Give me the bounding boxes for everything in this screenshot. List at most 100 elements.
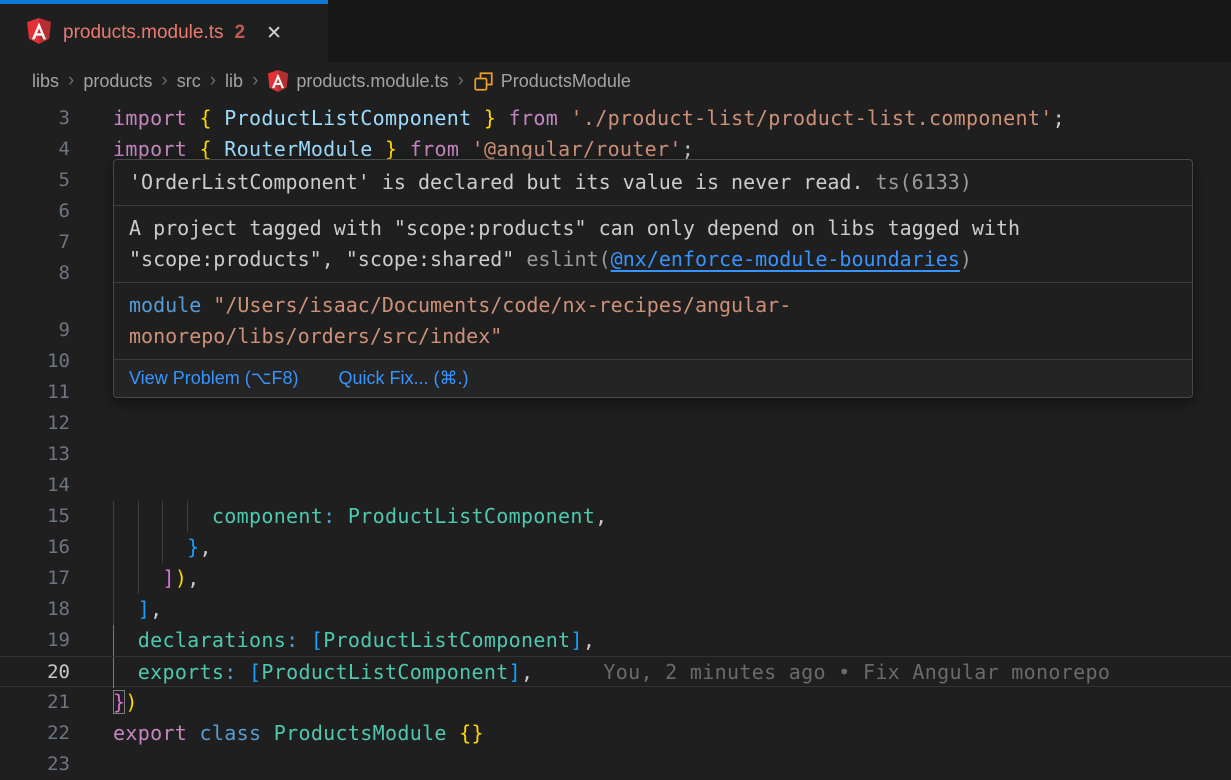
code-token: from (410, 137, 459, 161)
line-number: 11 (0, 377, 70, 408)
breadcrumb-item-src[interactable]: src (177, 71, 201, 92)
view-problem-button[interactable]: View Problem (⌥F8) (129, 368, 298, 388)
breadcrumb-label: ProductsModule (501, 71, 631, 92)
code-token: { (200, 106, 212, 130)
code-line-12: 12 (0, 408, 1231, 439)
hover-text: 'OrderListComponent' is declared but its… (129, 170, 864, 194)
hover-text: "scope:products", "scope:shared" (129, 247, 526, 271)
code-token: import (113, 106, 187, 130)
close-icon[interactable]: ✕ (266, 22, 282, 45)
code-token (336, 504, 348, 528)
code-token: ProductsModule (274, 721, 447, 745)
code-token: RouterModule (224, 137, 372, 161)
code-token (212, 106, 224, 130)
code-token: { (200, 137, 212, 161)
hover-text: module (129, 293, 201, 317)
code-token (459, 137, 471, 161)
code-token: ; (1053, 106, 1065, 130)
chevron-right-icon: › (448, 70, 472, 92)
class-icon (473, 71, 494, 92)
code-token: , (150, 597, 162, 621)
code-line-content[interactable]: export class ProductsModule {} (113, 718, 484, 749)
angular-icon (267, 69, 289, 93)
line-number: 14 (0, 470, 70, 501)
code-line-23: 23 (0, 749, 1231, 780)
code-token (373, 137, 385, 161)
code-line-content[interactable]: declarations: [ProductListComponent], (113, 625, 595, 656)
breadcrumb-label: src (177, 71, 201, 92)
chevron-right-icon: › (59, 70, 83, 92)
hover-text: "/Users/isaac/Documents/code/nx-recipes/… (213, 293, 791, 317)
code-line-content[interactable]: exports: [ProductListComponent],You, 2 m… (113, 657, 1110, 688)
code-line-content[interactable]: }) (113, 687, 138, 718)
tab-problem-count: 2 (235, 22, 246, 44)
hover-text: A project tagged with "scope:products" c… (129, 216, 1020, 240)
line-number: 6 (0, 196, 70, 227)
eslint-rule-link[interactable]: @nx/enforce-module-boundaries (611, 247, 960, 271)
line-number: 21 (0, 687, 70, 718)
active-tab[interactable]: products.module.ts 2 ✕ (0, 0, 328, 62)
code-line-15: 15 component: ProductListComponent, (0, 501, 1231, 532)
breadcrumb-item-products[interactable]: products (83, 71, 152, 92)
breadcrumb-label: products (83, 71, 152, 92)
code-line-content[interactable]: component: ProductListComponent, (113, 501, 608, 532)
code-token: ProductListComponent (224, 106, 471, 130)
line-number: 16 (0, 532, 70, 563)
code-token: , (595, 504, 607, 528)
breadcrumb-item-lib[interactable]: lib (225, 71, 243, 92)
code-token (187, 137, 199, 161)
code-token: ] (570, 628, 582, 652)
code-token: '@angular/router' (472, 137, 682, 161)
chevron-right-icon: › (152, 70, 176, 92)
git-blame-annotation: You, 2 minutes ago • Fix Angular monorep… (603, 660, 1110, 684)
code-line-content[interactable]: ], (113, 594, 162, 625)
code-token (187, 106, 199, 130)
breadcrumb-item-libs[interactable]: libs (32, 71, 59, 92)
quick-fix-button[interactable]: Quick Fix... (⌘.) (338, 368, 468, 388)
hover-status-bar: View Problem (⌥F8) Quick Fix... (⌘.) (114, 359, 1192, 397)
line-number: 23 (0, 749, 70, 780)
line-number: 19 (0, 625, 70, 656)
code-line-content[interactable]: }, (113, 532, 212, 563)
code-line-19: 19 declarations: [ProductListComponent], (0, 625, 1231, 656)
code-token (212, 137, 224, 161)
code-line-content[interactable]: import { ProductListComponent } from './… (113, 103, 1065, 134)
code-token (113, 597, 138, 621)
hover-text: ts(6133) (864, 170, 972, 194)
code-token (496, 106, 508, 130)
hover-message-line: monorepo/libs/orders/src/index" (129, 321, 1177, 352)
code-token: : (323, 504, 335, 528)
code-line-13: 13 (0, 439, 1231, 470)
code-line-21: 21}) (0, 687, 1231, 718)
hover-message-line: "scope:products", "scope:shared" eslint(… (129, 244, 1177, 275)
code-token: exports (138, 660, 225, 684)
breadcrumb-label: libs (32, 71, 59, 92)
code-token: ProductListComponent (261, 660, 508, 684)
hover-section-eslint-diagnostic: A project tagged with "scope:products" c… (114, 205, 1192, 282)
tab-title: products.module.ts (63, 22, 224, 44)
line-number: 10 (0, 346, 70, 377)
code-token (298, 628, 310, 652)
line-number: 20 (0, 657, 70, 688)
line-number: 4 (0, 134, 70, 165)
breadcrumb-item-productsmodule[interactable]: ProductsModule (473, 71, 631, 92)
code-token: import (113, 137, 187, 161)
hover-message-line: A project tagged with "scope:products" c… (129, 213, 1177, 244)
code-token: component (212, 504, 323, 528)
hover-message-line: 'OrderListComponent' is declared but its… (129, 167, 1177, 198)
hover-text (201, 293, 213, 317)
line-number: 7 (0, 227, 70, 258)
hover-message-line: module "/Users/isaac/Documents/code/nx-r… (129, 290, 1177, 321)
code-line-content[interactable]: ]), (113, 563, 200, 594)
code-token (237, 660, 249, 684)
vscode-window: products.module.ts 2 ✕ libs›products›src… (0, 0, 1231, 780)
code-token: } (113, 690, 125, 714)
hover-section-module-info: module "/Users/isaac/Documents/code/nx-r… (114, 282, 1192, 359)
code-token: , (583, 628, 595, 652)
breadcrumb-item-products-module-ts[interactable]: products.module.ts (267, 69, 448, 93)
code-token: ; (682, 137, 694, 161)
line-number: 17 (0, 563, 70, 594)
code-token: ] (509, 660, 521, 684)
line-number: 22 (0, 718, 70, 749)
code-token: } (385, 137, 397, 161)
